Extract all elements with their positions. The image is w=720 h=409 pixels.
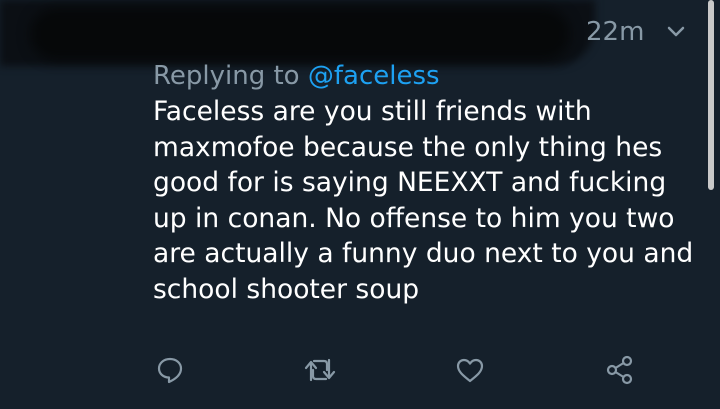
replying-to-line: Replying to @faceless: [153, 58, 703, 94]
tweet-content: Replying to @faceless Faceless are you s…: [153, 58, 703, 307]
scrollbar[interactable]: [708, 0, 714, 190]
reply-handle-link[interactable]: @faceless: [308, 61, 440, 91]
like-button[interactable]: [450, 352, 490, 392]
tweet-text: Faceless are you still friends with maxm…: [153, 96, 694, 305]
timestamp: 22m: [586, 17, 645, 47]
replying-to-label: Replying to: [153, 61, 308, 91]
reply-icon: [156, 356, 184, 388]
share-button[interactable]: [600, 352, 640, 392]
chevron-down-icon[interactable]: [666, 22, 686, 42]
retweet-button[interactable]: [300, 352, 340, 392]
reply-button[interactable]: [150, 352, 190, 392]
tweet-meta: 22m: [586, 14, 686, 50]
retweet-icon: [304, 356, 336, 388]
tweet-actions: [150, 352, 640, 392]
heart-icon: [455, 356, 485, 388]
redacted-author-name: [30, 8, 570, 60]
share-icon: [605, 355, 635, 389]
